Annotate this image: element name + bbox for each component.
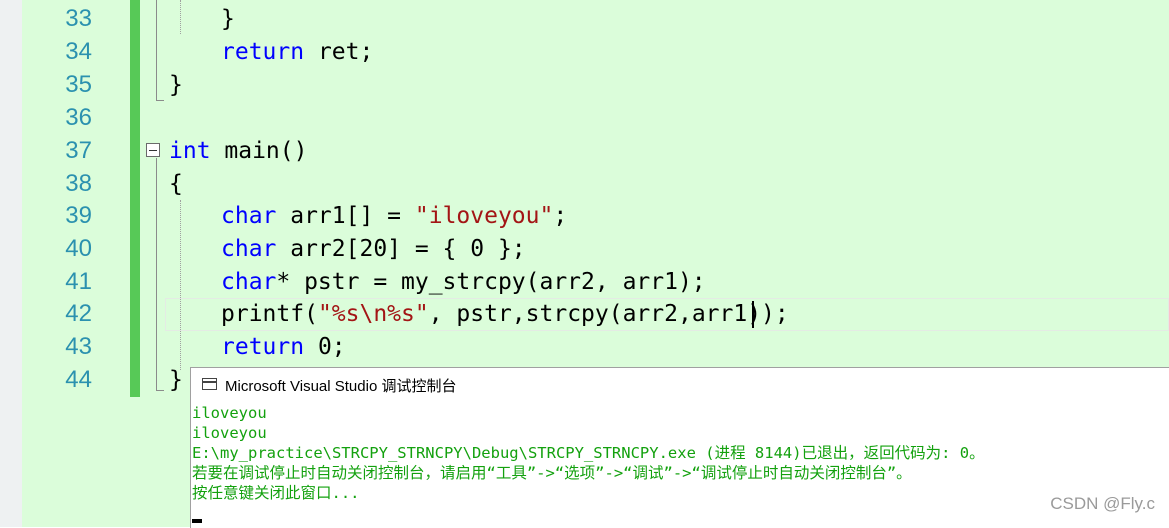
indent-guide-main-body: [180, 200, 181, 370]
collapse-main-toggle[interactable]: [146, 143, 160, 157]
line-number: 37: [65, 137, 92, 164]
code-token: }: [169, 72, 183, 98]
keyword-token: char: [221, 236, 277, 262]
code-token: 0;: [304, 334, 346, 360]
keyword-token: return: [221, 334, 305, 360]
line-number: 41: [65, 268, 92, 295]
editor-left-margin: [0, 0, 22, 527]
code-line[interactable]: printf("%s\n%s", pstr,strcpy(arr2,arr1))…: [221, 298, 789, 330]
console-line: iloveyou: [192, 424, 267, 442]
code-token: printf(: [221, 301, 318, 327]
line-number: 36: [65, 104, 92, 131]
text-caret: [752, 301, 754, 328]
change-tracking-bar: [130, 0, 140, 397]
code-line[interactable]: {: [169, 168, 183, 200]
code-line[interactable]: char arr2[20] = { 0 };: [221, 233, 526, 265]
line-number: 42: [65, 300, 92, 327]
console-titlebar[interactable]: Microsoft Visual Studio 调试控制台: [191, 368, 1169, 402]
code-line[interactable]: char* pstr = my_strcpy(arr2, arr1);: [221, 266, 706, 298]
code-token: main(): [210, 138, 308, 164]
code-token: {: [169, 171, 183, 197]
code-token: }: [169, 367, 183, 393]
line-number: 33: [65, 5, 92, 32]
code-line[interactable]: }: [169, 364, 183, 396]
line-number: 35: [65, 71, 92, 98]
code-token: arr2[20] = { 0 };: [276, 236, 526, 262]
string-token: "iloveyou": [414, 203, 554, 229]
keyword-token: char: [221, 203, 277, 229]
console-line: 若要在调试停止时自动关闭控制台，请启用“工具”->“选项”->“调试”->“调试…: [192, 464, 912, 482]
console-output[interactable]: iloveyou iloveyou E:\my_practice\STRCPY_…: [191, 403, 1169, 528]
code-line[interactable]: return 0;: [221, 331, 346, 363]
keyword-token: char: [221, 269, 277, 295]
console-title: Microsoft Visual Studio 调试控制台: [225, 378, 457, 395]
console-line: 按任意键关闭此窗口...: [192, 484, 360, 502]
code-line[interactable]: }: [221, 3, 235, 35]
code-token: ret;: [304, 39, 374, 65]
keyword-token: int: [169, 138, 211, 164]
string-token: "%s\n%s": [317, 301, 429, 327]
code-line[interactable]: return ret;: [221, 36, 373, 68]
code-line[interactable]: char arr1[] = "iloveyou";: [221, 200, 567, 232]
line-number: 34: [65, 38, 92, 65]
debug-console-window[interactable]: Microsoft Visual Studio 调试控制台 iloveyou i…: [190, 367, 1169, 528]
line-number: 40: [65, 235, 92, 262]
watermark: CSDN @Fly.c: [1050, 494, 1155, 513]
scope-guide-end-tick: [156, 100, 164, 101]
console-cursor: [192, 519, 202, 523]
keyword-token: return: [221, 39, 305, 65]
code-token: arr1[] =: [276, 203, 415, 229]
scope-guide-main-end-tick: [156, 390, 164, 391]
indent-guide-top: [180, 0, 181, 34]
console-line: E:\my_practice\STRCPY_STRNCPY\Debug\STRC…: [192, 444, 985, 462]
code-token: ;: [553, 203, 568, 229]
line-number: 38: [65, 170, 92, 197]
scope-guide-main: [156, 158, 157, 390]
line-number: 39: [65, 202, 92, 229]
code-line[interactable]: }: [169, 69, 183, 101]
code-token: * pstr = my_strcpy(arr2, arr1);: [276, 269, 706, 295]
code-token: }: [221, 6, 235, 32]
line-number: 44: [65, 366, 92, 393]
console-line: iloveyou: [192, 404, 267, 422]
line-number: 43: [65, 333, 92, 360]
console-window-icon: [202, 378, 217, 390]
code-line[interactable]: int main(): [169, 135, 307, 167]
code-token: , pstr,strcpy(arr2,arr1));: [428, 301, 789, 327]
scope-guide-function-end: [156, 0, 157, 100]
